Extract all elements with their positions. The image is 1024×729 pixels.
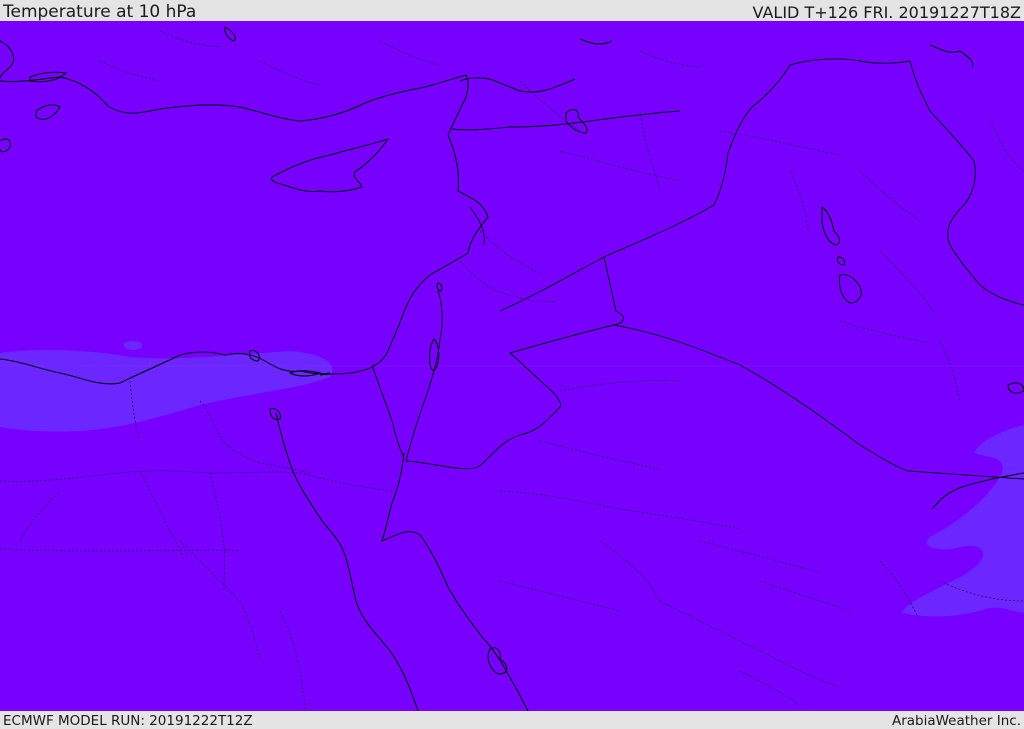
cooler-patch-small [124, 340, 143, 350]
footer-bar: ECMWF MODEL RUN: 20191222T12Z ArabiaWeat… [0, 711, 1024, 729]
valid-time: VALID T+126 FRI. 20191227T18Z [752, 3, 1021, 22]
header-bar: Temperature at 10 hPa VALID T+126 FRI. 2… [0, 0, 1024, 22]
weather-map [0, 21, 1024, 711]
model-run: ECMWF MODEL RUN: 20191222T12Z [3, 713, 253, 729]
map-title: Temperature at 10 hPa [3, 2, 197, 22]
credit: ArabiaWeather Inc. [891, 713, 1021, 729]
